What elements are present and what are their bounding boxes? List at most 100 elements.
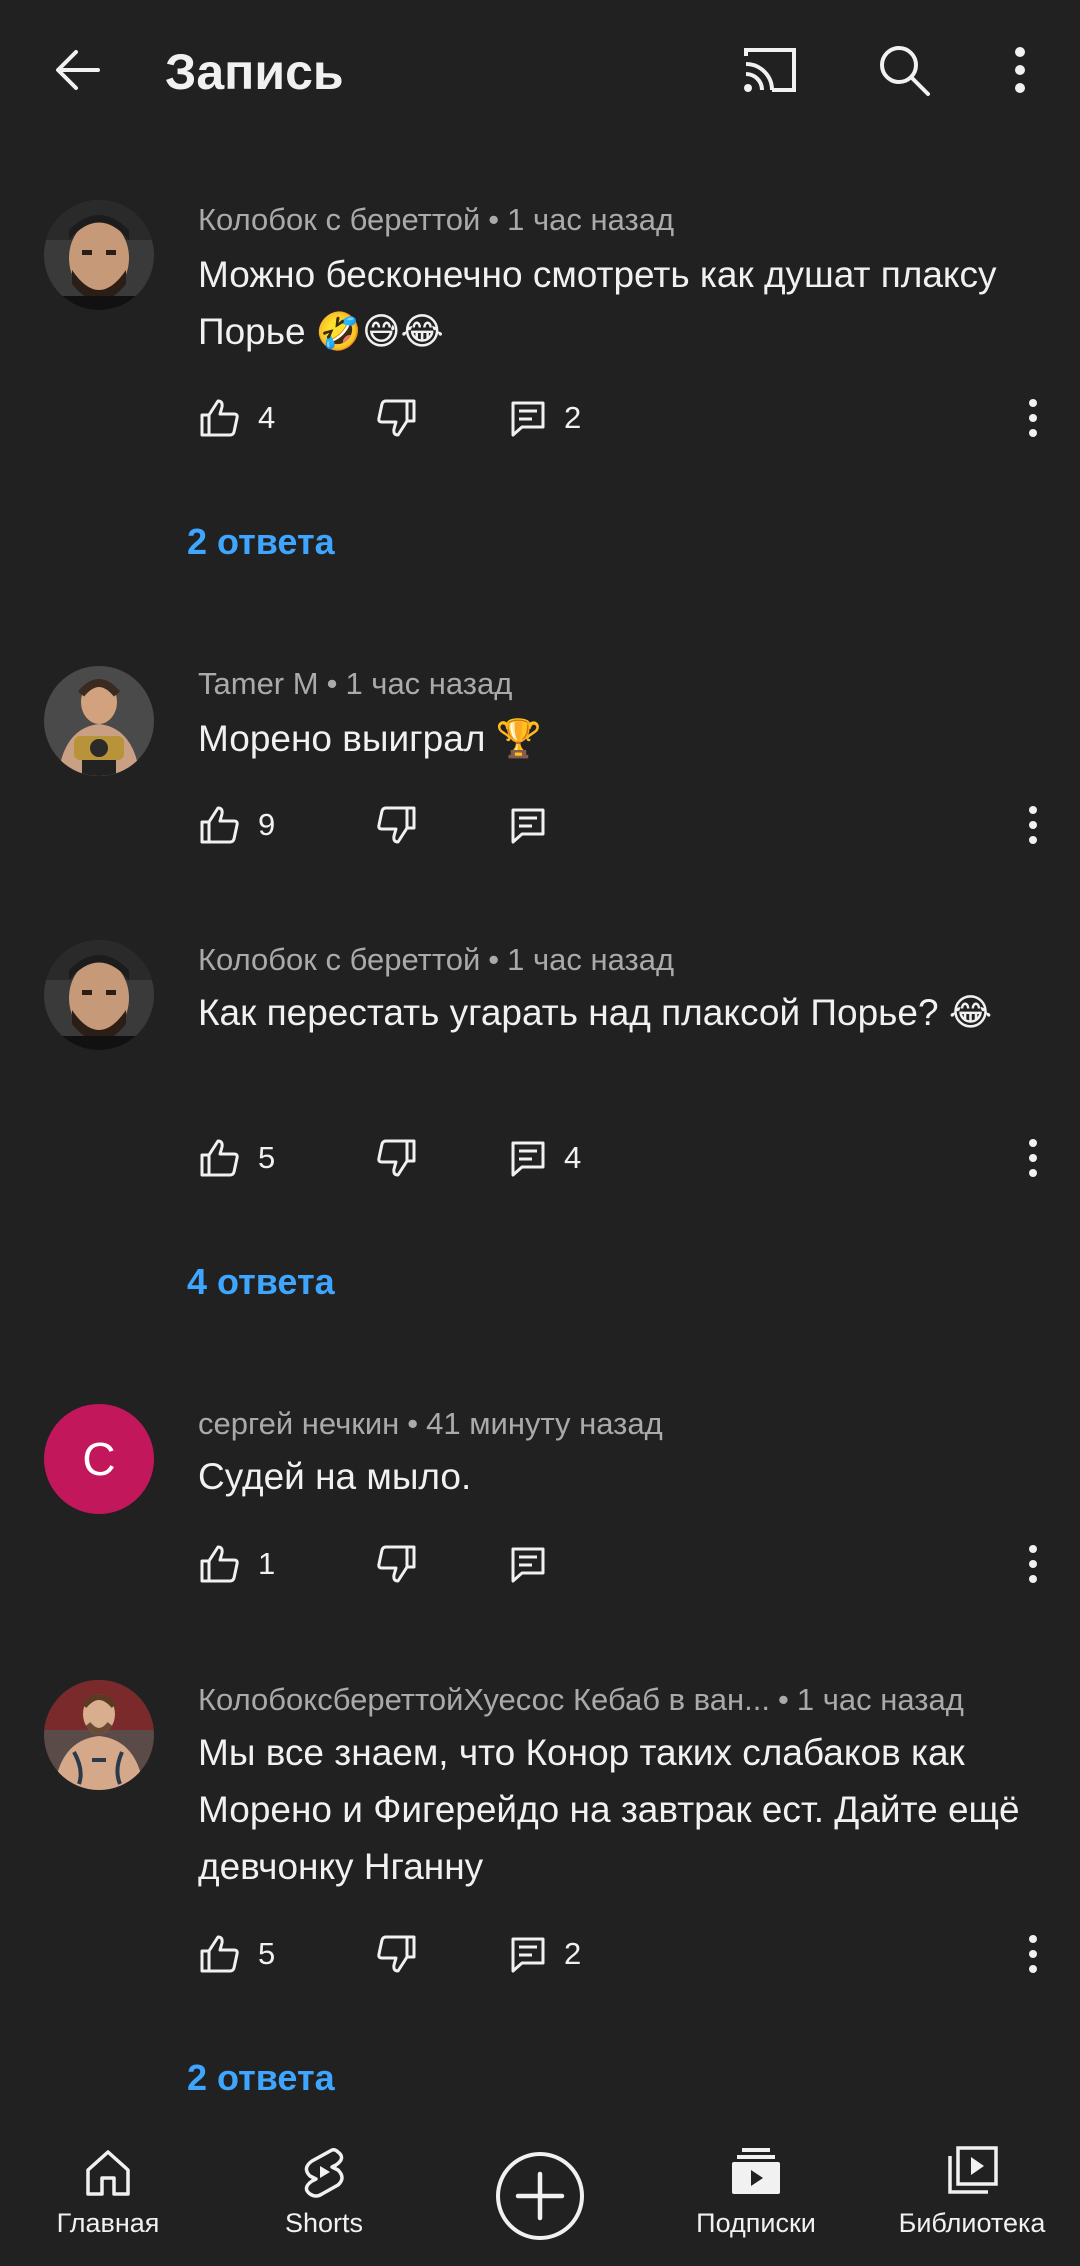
comment-icon bbox=[511, 808, 545, 844]
reply-count: 2 bbox=[564, 1936, 582, 1971]
comment-author[interactable]: Колобок с береттой bbox=[198, 942, 480, 977]
nav-library[interactable]: Библиотека bbox=[872, 2130, 1072, 2266]
comment-time: 41 минуту назад bbox=[426, 1406, 663, 1441]
avatar[interactable] bbox=[44, 666, 154, 776]
bottom-navigation: Главная Shorts Подписки Библиотека bbox=[0, 2130, 1080, 2266]
comment-author[interactable]: сергей нечкин bbox=[198, 1406, 399, 1441]
separator: • bbox=[326, 666, 338, 701]
comment-text: Можно бесконечно смотреть как душат плак… bbox=[198, 254, 997, 352]
nav-home-label: Главная bbox=[56, 2208, 160, 2238]
comment-text: Как перестать угарать над плаксой Порье?… bbox=[198, 992, 993, 1033]
cast-icon[interactable] bbox=[740, 42, 800, 98]
thumb-down-icon bbox=[377, 399, 416, 437]
comment-meta: Колобок с береттой • 1 час назад bbox=[198, 940, 674, 980]
thumb-down-icon bbox=[377, 1935, 416, 1973]
nav-create[interactable] bbox=[440, 2130, 640, 2266]
thumb-up-icon bbox=[200, 1935, 239, 1973]
like-count: 5 bbox=[258, 1140, 276, 1175]
thumb-up-icon bbox=[200, 1545, 239, 1583]
avatar[interactable] bbox=[44, 1680, 154, 1790]
comment-meta: сергей нечкин • 41 минуту назад bbox=[198, 1404, 663, 1444]
nav-library-label: Библиотека bbox=[898, 2208, 1046, 2238]
comment-actions: 5 2 bbox=[198, 1924, 1048, 1984]
home-icon bbox=[86, 2150, 130, 2196]
reply-button[interactable]: 2 bbox=[510, 388, 581, 448]
comment-icon bbox=[511, 401, 545, 437]
comment-more-icon[interactable] bbox=[1018, 1930, 1048, 1978]
reply-button[interactable]: 2 bbox=[510, 1924, 581, 1984]
comment-more-icon[interactable] bbox=[1018, 1540, 1048, 1588]
dislike-button[interactable] bbox=[376, 1534, 418, 1594]
comment-author[interactable]: Tamer M bbox=[198, 666, 319, 701]
dislike-button[interactable] bbox=[376, 388, 418, 448]
dislike-button[interactable] bbox=[376, 1924, 418, 1984]
like-button[interactable]: 5 bbox=[198, 1924, 275, 1984]
nav-subscriptions[interactable]: Подписки bbox=[656, 2130, 856, 2266]
thumb-up-icon bbox=[200, 806, 239, 844]
create-plus-icon bbox=[496, 2152, 584, 2240]
comment-author[interactable]: Колобок с береттой bbox=[198, 202, 480, 237]
comment-icon bbox=[511, 1547, 545, 1583]
comment-time: 1 час назад bbox=[345, 666, 513, 701]
like-button[interactable]: 4 bbox=[198, 388, 275, 448]
like-count: 5 bbox=[258, 1936, 276, 1971]
comment-text: Судей на мыло. bbox=[198, 1456, 472, 1497]
nav-home[interactable]: Главная bbox=[8, 2130, 208, 2266]
back-arrow-icon[interactable] bbox=[50, 42, 106, 98]
comment-actions: 9 bbox=[198, 795, 1048, 855]
comment-more-icon[interactable] bbox=[1018, 801, 1048, 849]
search-icon[interactable] bbox=[876, 42, 932, 98]
replies-link[interactable]: 2 ответа bbox=[187, 520, 335, 564]
comment-icon bbox=[511, 1937, 545, 1973]
comment-text: Мы все знаем, что Конор таких слабаков к… bbox=[198, 1732, 1020, 1887]
comment-icon bbox=[511, 1141, 545, 1177]
avatar[interactable] bbox=[44, 940, 154, 1050]
like-count: 4 bbox=[258, 400, 276, 435]
page-title: Запись bbox=[165, 44, 344, 100]
dislike-button[interactable] bbox=[376, 1128, 418, 1188]
replies-link[interactable]: 2 ответа bbox=[187, 2056, 335, 2100]
separator: • bbox=[488, 942, 500, 977]
reply-button[interactable] bbox=[510, 795, 546, 855]
avatar-letter: С bbox=[82, 1433, 116, 1485]
thumb-up-icon bbox=[200, 399, 239, 437]
reply-button[interactable]: 4 bbox=[510, 1128, 581, 1188]
nav-shorts-label: Shorts bbox=[284, 2208, 364, 2238]
comment-meta: Tamer M • 1 час назад bbox=[198, 664, 512, 704]
comment-more-icon[interactable] bbox=[1018, 1134, 1048, 1182]
comment-actions: 5 4 bbox=[198, 1128, 1048, 1188]
comment-author[interactable]: КолобоксбереттойХуесос Кебаб в ван... bbox=[198, 1682, 770, 1717]
comment-time: 1 час назад bbox=[507, 942, 675, 977]
thumb-down-icon bbox=[377, 1139, 416, 1177]
avatar[interactable]: С bbox=[44, 1404, 154, 1514]
nav-shorts[interactable]: Shorts bbox=[224, 2130, 424, 2266]
like-count: 9 bbox=[258, 807, 276, 842]
like-button[interactable]: 5 bbox=[198, 1128, 275, 1188]
thumb-down-icon bbox=[377, 1545, 416, 1583]
avatar[interactable] bbox=[44, 200, 154, 310]
thumb-up-icon bbox=[200, 1139, 239, 1177]
comment-actions: 4 2 bbox=[198, 388, 1048, 448]
thumb-down-icon bbox=[377, 806, 416, 844]
like-button[interactable]: 1 bbox=[198, 1534, 275, 1594]
comment-time: 1 час назад bbox=[507, 202, 675, 237]
like-count: 1 bbox=[258, 1546, 276, 1581]
dislike-button[interactable] bbox=[376, 795, 418, 855]
separator: • bbox=[778, 1682, 789, 1717]
top-app-bar: Запись bbox=[0, 0, 1080, 140]
reply-count: 2 bbox=[564, 400, 582, 435]
more-vert-icon[interactable] bbox=[1000, 42, 1040, 98]
replies-link[interactable]: 4 ответа bbox=[187, 1260, 335, 1304]
shorts-icon bbox=[304, 2148, 344, 2198]
comment-meta: Колобок с береттой • 1 час назад bbox=[198, 200, 674, 240]
library-icon bbox=[948, 2146, 998, 2194]
like-button[interactable]: 9 bbox=[198, 795, 275, 855]
comment-more-icon[interactable] bbox=[1018, 394, 1048, 442]
reply-button[interactable] bbox=[510, 1534, 546, 1594]
comment-meta: КолобоксбереттойХуесос Кебаб в ван... • 1 … bbox=[198, 1680, 964, 1720]
app-root: Запись Колобок с береттой • 1 час назад Мо… bbox=[0, 0, 1080, 2266]
separator: • bbox=[488, 202, 500, 237]
comment-actions: 1 bbox=[198, 1534, 1048, 1594]
separator: • bbox=[407, 1406, 419, 1441]
subscriptions-icon bbox=[732, 2148, 780, 2194]
